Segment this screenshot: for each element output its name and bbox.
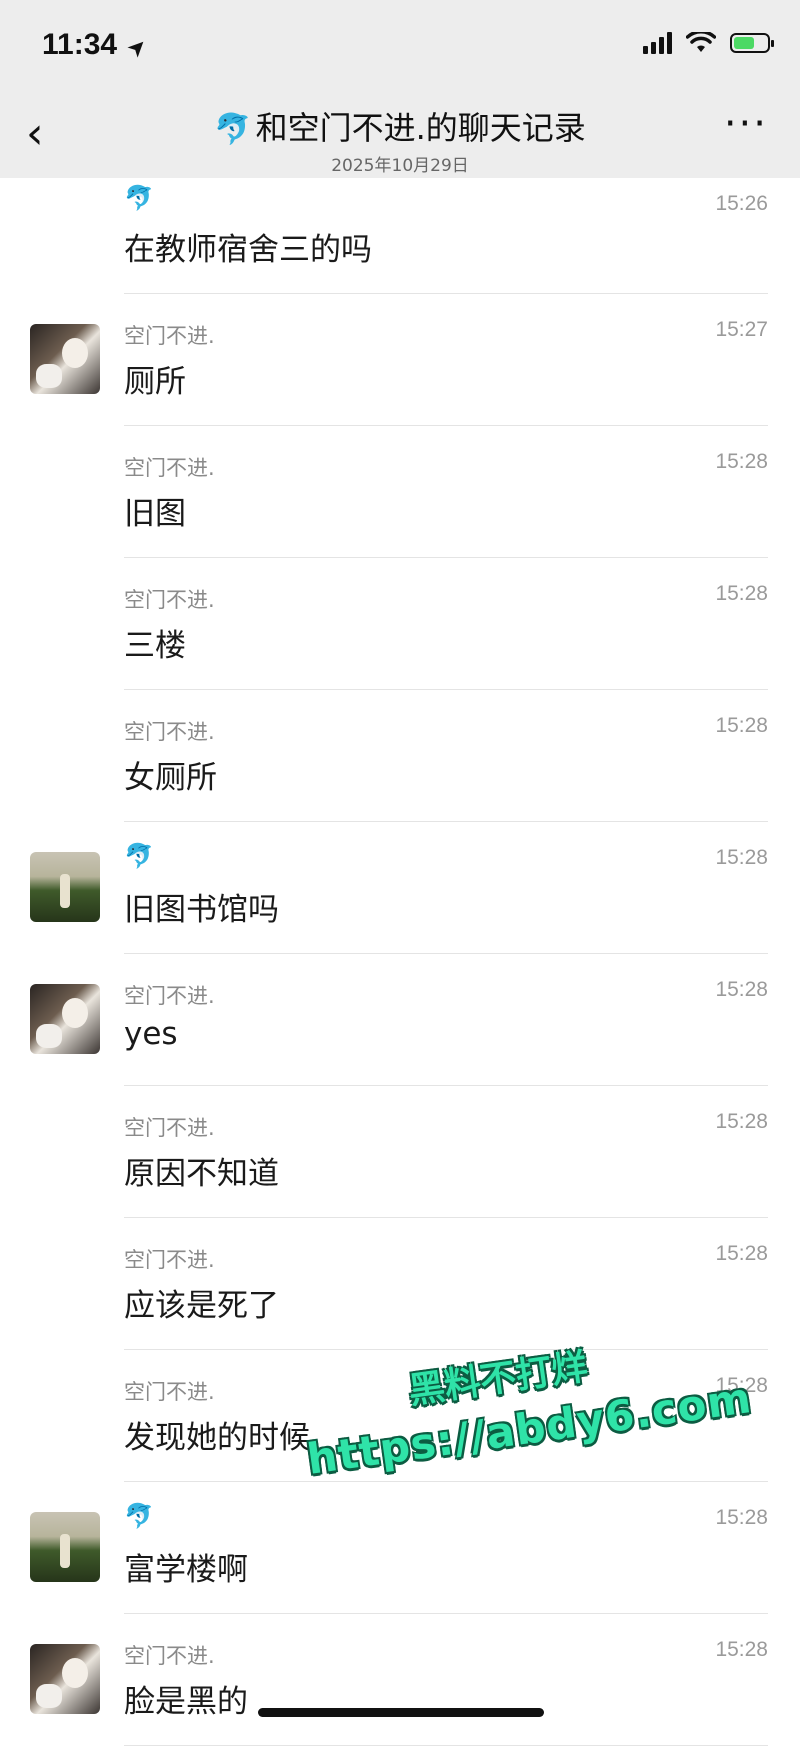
message-row[interactable]: 空门不进. 15:27 厕所 — [0, 294, 800, 426]
page-title-text: 和空门不进.的聊天记录 — [255, 109, 586, 147]
clock-text: 11:34 — [42, 28, 118, 61]
battery-icon — [730, 33, 774, 53]
chat-history-list: 🐬 15:26 在教师宿舍三的吗 空门不进. 15:27 厕所 空门不进. 15:28 旧图 空门… — [0, 178, 800, 1746]
message-text: 女厕所 — [124, 760, 217, 796]
sender-name: 空门不进. — [124, 588, 215, 612]
sender-name: 空门不进. — [124, 324, 215, 348]
sender-name: 空门不进. — [124, 1116, 215, 1140]
sender-name: 🐬 — [124, 842, 154, 870]
message-text: 富学楼啊 — [124, 1552, 248, 1588]
avatar[interactable] — [30, 852, 100, 922]
status-icons — [643, 32, 774, 54]
message-text: 脸是黑的 — [124, 1684, 248, 1720]
sender-name: 空门不进. — [124, 984, 215, 1008]
message-row[interactable]: 🐬 15:28 富学楼啊 — [0, 1482, 800, 1614]
chat-date: 2025年10月29日 — [331, 156, 469, 176]
message-row[interactable]: 空门不进. 15:28 三楼 — [0, 558, 800, 690]
message-time: 15:28 — [715, 1638, 768, 1661]
message-time: 15:28 — [715, 1110, 768, 1133]
sender-name: 空门不进. — [124, 1380, 215, 1404]
title-block: 🐬 和空门不进.的聊天记录 2025年10月29日 — [0, 103, 800, 176]
message-time: 15:28 — [715, 582, 768, 605]
avatar[interactable] — [30, 1512, 100, 1582]
message-row[interactable]: 🐬 15:28 旧图书馆吗 — [0, 822, 800, 954]
message-time: 15:28 — [715, 714, 768, 737]
navigation-header: 11:34 ➤ ‹ 🐬 和空门不进.的聊天记录 2025年10月29日 ··· — [0, 0, 800, 178]
sender-name: 空门不进. — [124, 456, 215, 480]
location-arrow-icon: ➤ — [124, 34, 152, 62]
more-button[interactable]: ··· — [724, 104, 768, 144]
message-text: 在教师宿舍三的吗 — [124, 232, 372, 268]
message-time: 15:26 — [715, 192, 768, 215]
avatar[interactable] — [30, 324, 100, 394]
message-text: 旧图书馆吗 — [124, 892, 279, 928]
message-time: 15:28 — [715, 978, 768, 1001]
message-time: 15:28 — [715, 1506, 768, 1529]
wifi-icon — [686, 32, 716, 52]
status-time: 11:34 ➤ — [42, 28, 152, 62]
sender-name: 🐬 — [124, 1502, 154, 1530]
sender-name: 空门不进. — [124, 1248, 215, 1272]
sender-name: 空门不进. — [124, 720, 215, 744]
sender-name: 空门不进. — [124, 1644, 215, 1668]
message-time: 15:28 — [715, 846, 768, 869]
message-time: 15:28 — [715, 450, 768, 473]
message-row[interactable]: 空门不进. 15:28 yes — [0, 954, 800, 1086]
message-text: 应该是死了 — [124, 1288, 279, 1324]
cellular-signal-icon — [643, 32, 672, 54]
message-row[interactable]: 🐬 15:26 在教师宿舍三的吗 — [0, 178, 800, 294]
message-text: 厕所 — [124, 364, 186, 400]
message-time: 15:27 — [715, 318, 768, 341]
message-text: 原因不知道 — [124, 1156, 279, 1192]
message-time: 15:28 — [715, 1242, 768, 1265]
message-row[interactable]: 空门不进. 15:28 原因不知道 — [0, 1086, 800, 1218]
message-text: yes — [124, 1016, 178, 1052]
dolphin-icon: 🐬 — [214, 112, 252, 147]
avatar[interactable] — [30, 1644, 100, 1714]
message-text: 旧图 — [124, 496, 186, 532]
message-row[interactable]: 空门不进. 15:28 旧图 — [0, 426, 800, 558]
message-row[interactable]: 空门不进. 15:28 脸是黑的 — [0, 1614, 800, 1746]
sender-name: 🐬 — [124, 184, 154, 212]
message-row[interactable]: 空门不进. 15:28 女厕所 — [0, 690, 800, 822]
page-title: 🐬 和空门不进.的聊天记录 — [0, 103, 800, 149]
message-text: 三楼 — [124, 628, 186, 664]
avatar[interactable] — [30, 984, 100, 1054]
battery-level — [734, 37, 754, 49]
more-icon[interactable]: ··· — [724, 101, 768, 147]
home-indicator[interactable] — [258, 1708, 544, 1717]
